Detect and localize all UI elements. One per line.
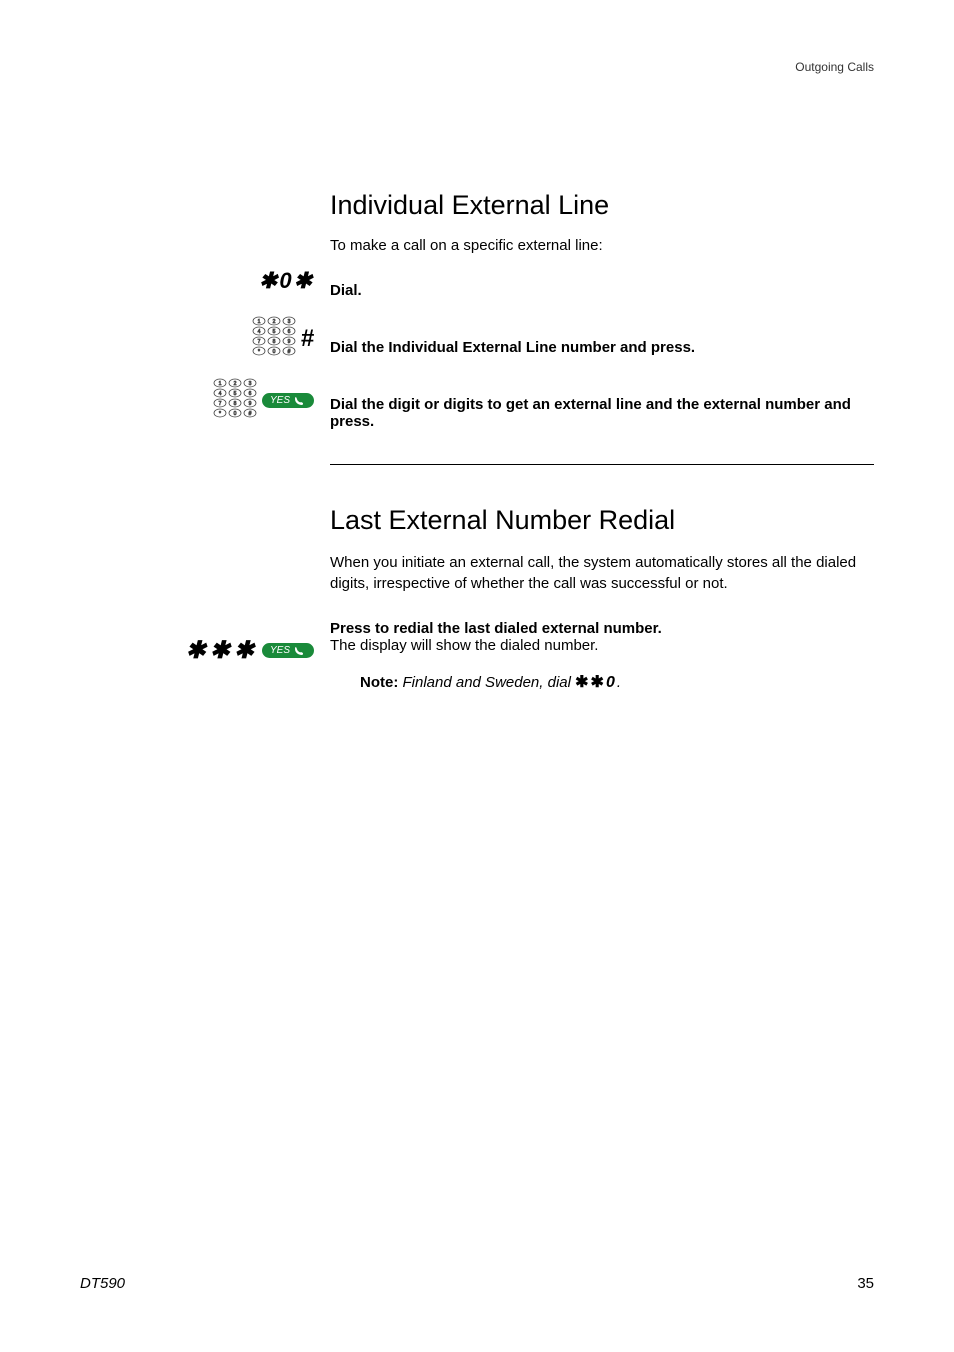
section1-title: Individual External Line [330, 190, 874, 221]
section2-intro: When you initiate an external call, the … [330, 552, 874, 594]
svg-text:5: 5 [272, 329, 275, 335]
svg-text:1: 1 [219, 381, 222, 387]
yes-label: YES [270, 645, 290, 656]
svg-text:*: * [219, 411, 221, 417]
section1-step3: Dial the digit or digits to get an exter… [330, 396, 874, 430]
section2-step1-bold: Press to redial the last dialed external… [330, 620, 662, 637]
svg-text:6: 6 [287, 329, 290, 335]
svg-text:2: 2 [272, 319, 275, 325]
svg-text:*: * [258, 349, 260, 355]
step1-input-indicator: ✱0✱ [259, 268, 314, 294]
svg-text:8: 8 [272, 339, 275, 345]
keypad-icon: 1 2 3 4 5 6 7 8 9 * 0 # [212, 378, 258, 423]
section1-intro: To make a call on a specific external li… [330, 237, 874, 254]
footer-page-number: 35 [857, 1275, 874, 1292]
svg-text:0: 0 [234, 411, 237, 417]
page-header-section: Outgoing Calls [795, 60, 874, 74]
svg-text:9: 9 [249, 401, 252, 407]
svg-text:0: 0 [272, 349, 275, 355]
svg-text:1: 1 [257, 319, 260, 325]
note-code: ✱✱0 [575, 674, 617, 691]
svg-text:#: # [287, 349, 290, 355]
svg-text:6: 6 [249, 391, 252, 397]
section2-title: Last External Number Redial [330, 505, 874, 536]
yes-label: YES [270, 395, 290, 406]
section-divider [330, 464, 874, 465]
svg-text:5: 5 [234, 391, 237, 397]
note-text-after: . [617, 674, 621, 691]
svg-text:7: 7 [219, 401, 222, 407]
svg-text:2: 2 [234, 381, 237, 387]
section1-step2: Dial the Individual External Line number… [330, 339, 874, 356]
footer-model: DT590 [80, 1275, 125, 1292]
svg-text:4: 4 [257, 329, 260, 335]
handset-icon [294, 396, 304, 406]
svg-text:8: 8 [234, 401, 237, 407]
svg-text:3: 3 [249, 381, 252, 387]
yes-button-icon: YES [262, 643, 314, 658]
svg-text:7: 7 [257, 339, 260, 345]
stars-icon: ✱✱✱ [186, 636, 258, 665]
handset-icon [294, 646, 304, 656]
hash-icon: # [301, 325, 314, 353]
section2-step1-input-indicator: ✱✱✱ YES [186, 636, 314, 665]
section1-step1: Dial. [330, 282, 874, 299]
step2-input-indicator: 1 2 3 4 5 6 7 8 9 * 0 # # [251, 316, 314, 361]
svg-text:4: 4 [219, 391, 222, 397]
note-label: Note: [360, 674, 398, 691]
step3-input-indicator: 1 2 3 4 5 6 7 8 9 * 0 # YES [212, 378, 314, 423]
note-block: Note: Finland and Sweden, dial ✱✱0. [360, 672, 874, 692]
svg-text:9: 9 [287, 339, 290, 345]
yes-button-icon: YES [262, 393, 314, 408]
svg-text:3: 3 [287, 319, 290, 325]
note-text-before: Finland and Sweden, dial [403, 674, 576, 691]
svg-text:#: # [249, 411, 252, 417]
section2-step1-text: The display will show the dialed number. [330, 637, 598, 654]
keypad-icon: 1 2 3 4 5 6 7 8 9 * 0 # [251, 316, 297, 361]
